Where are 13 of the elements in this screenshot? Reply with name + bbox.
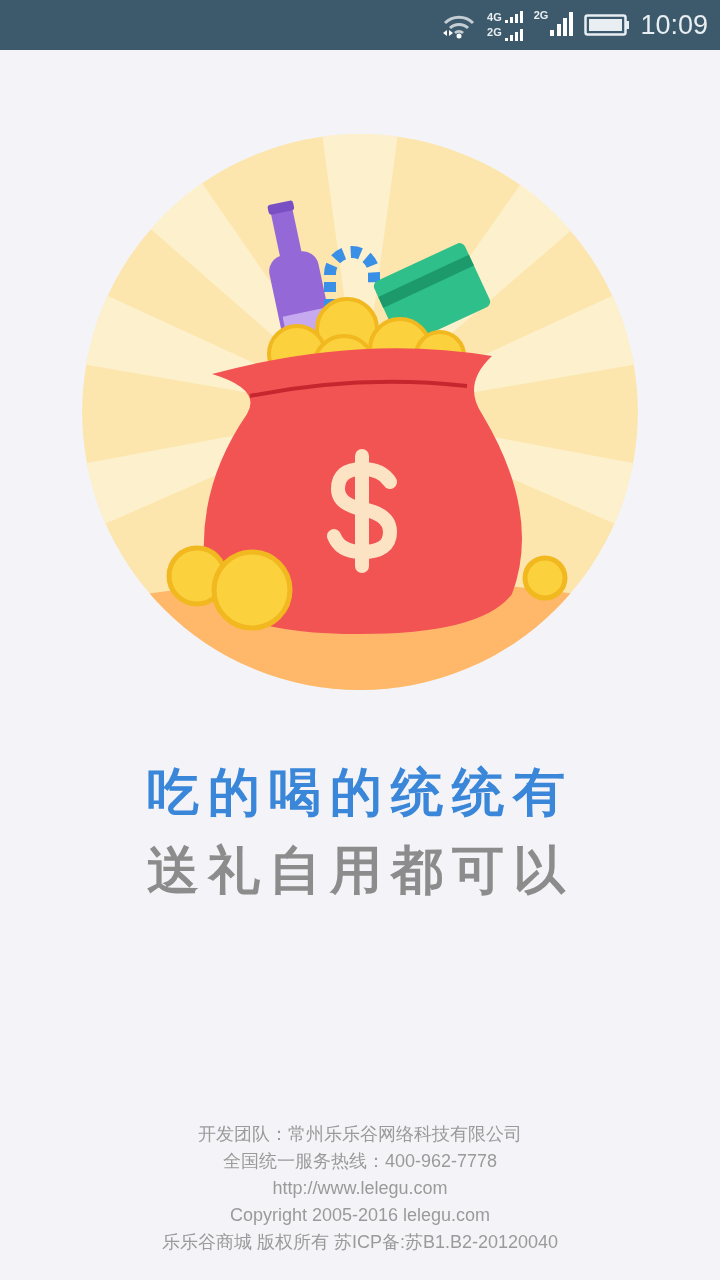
- footer-text: 全国统一服务热线：400-962-7778: [222, 1150, 498, 1173]
- network-type-label: 2G: [533, 10, 549, 21]
- footer-text: 乐乐谷商城 版权所有 苏ICP备:苏B1.B2-20120040: [161, 1231, 559, 1254]
- footer-text: 开发团队：常州乐乐谷网络科技有限公司: [198, 1123, 522, 1146]
- footer-text: Copyright 2005-2016 lelegu.com: [229, 1204, 491, 1227]
- network-type-label: 2G: [487, 27, 502, 38]
- clock-time: 10:09: [640, 11, 708, 39]
- footer-text: http://www.lelegu.com: [272, 1177, 448, 1200]
- headline-text: 吃的喝的统统有: [146, 761, 574, 824]
- signal-icon: [503, 8, 524, 42]
- battery-icon: [584, 13, 631, 37]
- network-type-label: 4G: [487, 12, 502, 23]
- subheadline-text: 送礼自用都可以: [146, 839, 574, 902]
